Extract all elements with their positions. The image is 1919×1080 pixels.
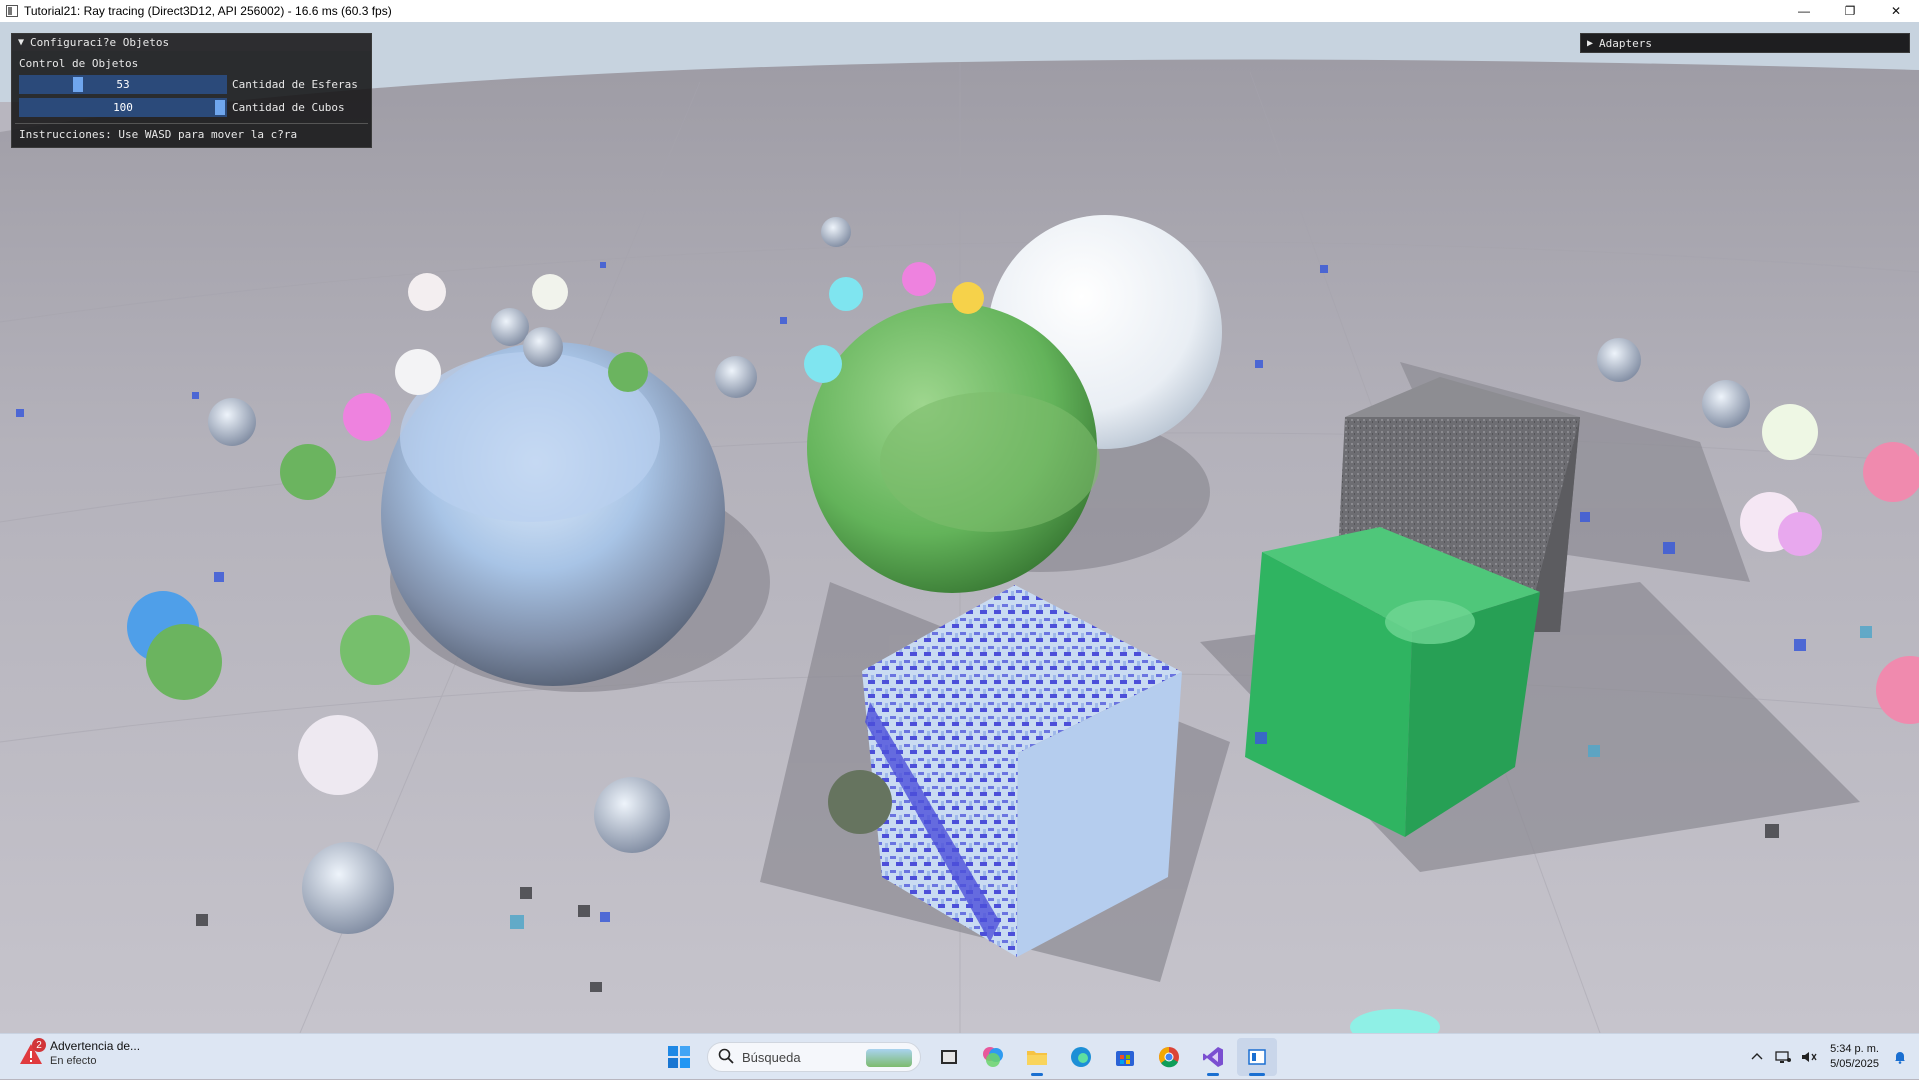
adapters-panel-header[interactable]: ▶ Adapters bbox=[1581, 34, 1909, 52]
network-icon[interactable] bbox=[1770, 1042, 1796, 1072]
config-panel: ▼ Configuraci?e Objetos Control de Objet… bbox=[11, 33, 372, 148]
taskbar-apps: Búsqueda bbox=[657, 1038, 1279, 1076]
tutorial-app-button[interactable] bbox=[1237, 1038, 1277, 1076]
spheres-slider-label: Cantidad de Esferas bbox=[232, 78, 358, 91]
notification-bell-icon[interactable] bbox=[1887, 1042, 1913, 1072]
volume-icon[interactable] bbox=[1796, 1042, 1822, 1072]
edge-icon bbox=[1071, 1047, 1091, 1067]
tutorial-app-icon bbox=[1248, 1049, 1266, 1065]
spheres-slider-row: 53 Cantidad de Esferas bbox=[19, 75, 371, 94]
notification-title: Advertencia de... bbox=[50, 1039, 141, 1053]
taskbar: 2 Advertencia de... En efecto Búsqueda 5… bbox=[0, 1033, 1919, 1079]
active-indicator bbox=[1031, 1073, 1043, 1076]
clock-time: 5:34 p. m. bbox=[1830, 1043, 1879, 1055]
system-tray: 5:34 p. m. 5/05/2025 bbox=[1744, 1034, 1919, 1080]
store-icon bbox=[1116, 1051, 1134, 1066]
config-panel-header[interactable]: ▼ Configuraci?e Objetos bbox=[12, 34, 371, 51]
file-explorer-icon bbox=[1027, 1051, 1047, 1065]
active-indicator bbox=[1207, 1073, 1219, 1076]
collapse-arrow-icon[interactable]: ▼ bbox=[18, 37, 30, 48]
warning-icon: 2 bbox=[18, 1038, 46, 1067]
close-button[interactable]: ✕ bbox=[1873, 0, 1919, 22]
spheres-slider[interactable]: 53 bbox=[19, 75, 227, 94]
clock-date: 5/05/2025 bbox=[1830, 1058, 1879, 1070]
visual-studio-button[interactable] bbox=[1193, 1038, 1233, 1076]
restore-button[interactable]: ❐ bbox=[1827, 0, 1873, 22]
search-box[interactable]: Búsqueda bbox=[707, 1042, 921, 1072]
task-view-button[interactable] bbox=[929, 1038, 969, 1076]
config-panel-title: Configuraci?e Objetos bbox=[30, 36, 170, 49]
chevron-up-icon[interactable] bbox=[1744, 1042, 1770, 1072]
file-explorer-button[interactable] bbox=[1017, 1038, 1057, 1076]
start-button[interactable] bbox=[659, 1038, 699, 1076]
app-window-icon bbox=[6, 5, 18, 17]
chrome-button[interactable] bbox=[1149, 1038, 1189, 1076]
search-placeholder: Búsqueda bbox=[742, 1049, 801, 1065]
notification-widget[interactable]: 2 Advertencia de... En efecto bbox=[18, 1038, 141, 1069]
m365-icon bbox=[983, 1047, 1003, 1067]
window-title-bar[interactable]: Tutorial21: Ray tracing (Direct3D12, API… bbox=[0, 0, 1919, 22]
notification-subtitle: En efecto bbox=[50, 1055, 97, 1067]
search-highlight-image bbox=[866, 1049, 912, 1067]
start-icon bbox=[668, 1046, 690, 1068]
file-manager-icon bbox=[941, 1050, 957, 1064]
visual-studio-icon bbox=[1203, 1047, 1223, 1067]
spheres-slider-value: 53 bbox=[116, 78, 130, 91]
notification-badge: 2 bbox=[32, 1038, 46, 1052]
adapters-panel-title: Adapters bbox=[1599, 36, 1652, 50]
edge-button[interactable] bbox=[1061, 1038, 1101, 1076]
minimize-button[interactable]: — bbox=[1781, 0, 1827, 22]
instructions-text: Instrucciones: Use WASD para mover la c?… bbox=[19, 128, 298, 141]
adapters-panel: ▶ Adapters bbox=[1580, 33, 1910, 53]
clock[interactable]: 5:34 p. m. 5/05/2025 bbox=[1830, 1042, 1879, 1072]
window-controls: — ❐ ✕ bbox=[1781, 0, 1919, 22]
scene-drawing bbox=[0, 22, 1919, 1033]
cubes-slider[interactable]: 100 bbox=[19, 98, 227, 117]
search-icon bbox=[718, 1048, 734, 1067]
cubes-slider-row: 100 Cantidad de Cubos bbox=[19, 98, 371, 117]
m365-button[interactable] bbox=[973, 1038, 1013, 1076]
active-indicator bbox=[1249, 1073, 1265, 1076]
cubes-slider-value: 100 bbox=[113, 101, 133, 114]
render-viewport[interactable] bbox=[0, 22, 1919, 1033]
cubes-slider-label: Cantidad de Cubos bbox=[232, 101, 345, 114]
expand-arrow-icon[interactable]: ▶ bbox=[1587, 38, 1599, 49]
window-title: Tutorial21: Ray tracing (Direct3D12, API… bbox=[24, 4, 392, 18]
store-button[interactable] bbox=[1105, 1038, 1145, 1076]
chrome-icon bbox=[1159, 1047, 1179, 1068]
section-label: Control de Objetos bbox=[19, 57, 139, 70]
